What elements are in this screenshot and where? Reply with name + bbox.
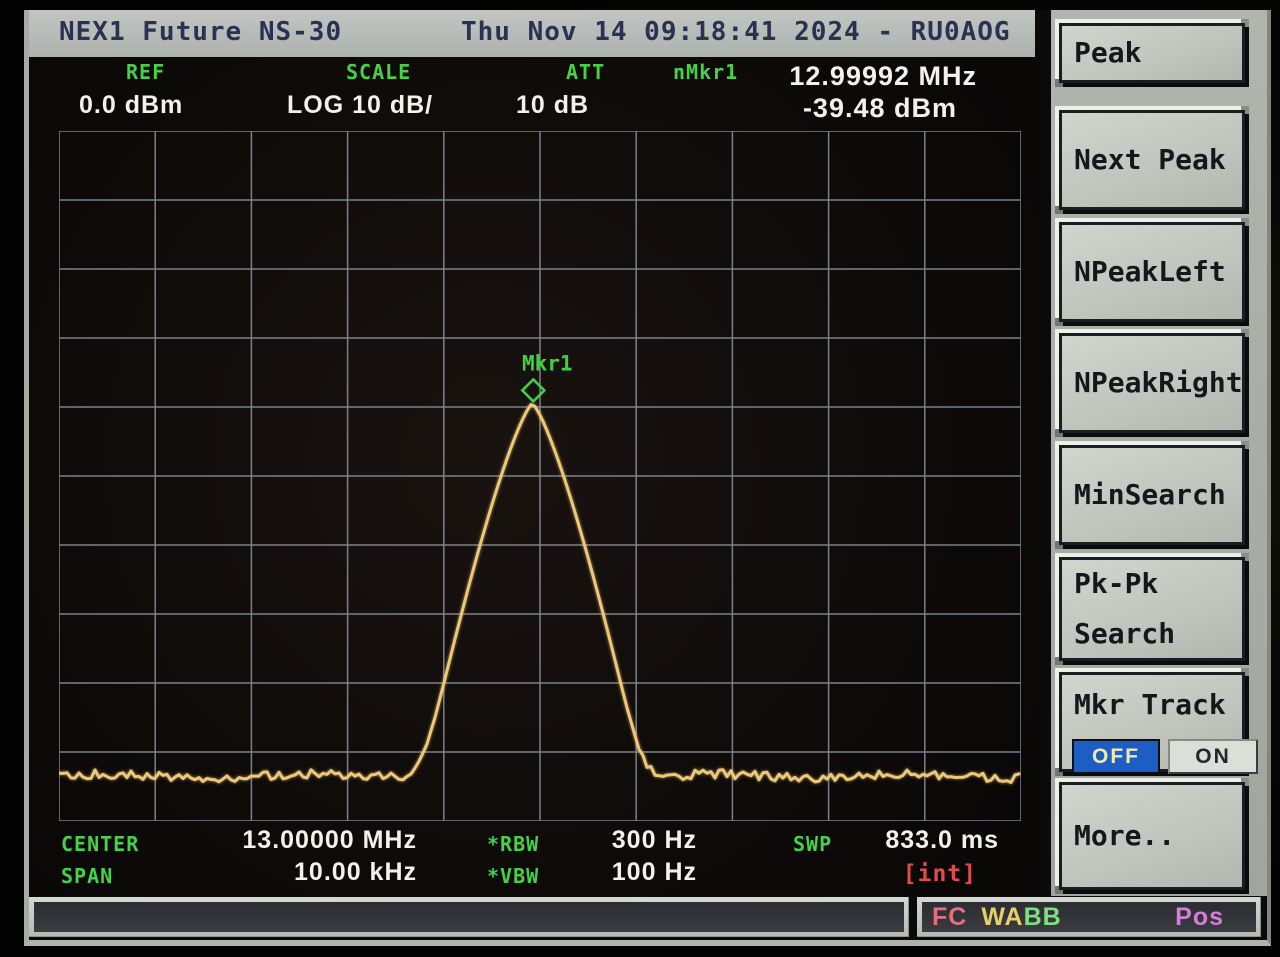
center-freq-value: 13.00000 MHz [242,826,417,854]
status-fc-indicator: FC [932,902,968,931]
scale-label: SCALE [346,60,412,84]
span-value: 10.00 kHz [294,858,417,886]
status-wa-indicator: WA [981,902,1024,931]
softkey-label-line1: Pk-Pk [1074,566,1159,600]
vbw-label: *VBW [487,864,540,888]
span-label: SPAN [61,864,114,888]
softkey-label: NPeakLeft [1074,254,1226,288]
status-bb-indicator: BB [1023,902,1062,931]
spectrum-plot: Mkr1 [59,131,1021,821]
att-value: 10 dB [516,91,590,119]
menu-title-peak: Peak [1059,23,1245,83]
status-bar-left [29,897,909,937]
grid-lines [59,131,1021,821]
softkey-pkpk-search[interactable]: Pk-Pk Search [1059,557,1245,661]
softkey-mkr-track[interactable]: Mkr Track OFF ON [1059,672,1258,775]
center-freq-label: CENTER [61,832,140,856]
softkey-label: NPeakRight [1074,365,1243,399]
rbw-label: *RBW [487,832,540,856]
status-bar-right: FC WA BB Pos [917,897,1261,937]
marker-mkr1: Mkr1 [520,351,573,404]
rbw-value: 300 Hz [611,826,697,854]
mkr-track-off-option[interactable]: OFF [1072,739,1160,775]
softkey-label: More.. [1074,818,1176,852]
marker-level-readout: -39.48 dBm [802,93,957,123]
mkr-track-toggle: OFF ON [1072,739,1258,775]
scale-value: LOG 10 dB/ [287,91,434,119]
datetime-text: Thu Nov 14 09:18:41 2024 - RU0AOG [461,17,1011,47]
spectrum-display: REF 0.0 dBm SCALE LOG 10 dB/ ATT 10 dB n… [29,57,1041,897]
softkey-menu: Peak Next Peak NPeakLeft NPeakRight MinS… [1051,10,1267,896]
vbw-value: 100 Hz [611,858,697,886]
menu-title-label: Peak [1074,35,1142,69]
marker-label: Mkr1 [522,351,573,375]
status-bar-right-inset: FC WA BB Pos [922,902,1256,932]
softkey-label: MinSearch [1074,477,1226,511]
marker-mode-label: nMkr1 [673,60,739,84]
softkey-label: Next Peak [1074,142,1226,176]
title-bar: NEX1 Future NS-30 Thu Nov 14 09:18:41 20… [29,10,1035,57]
att-label: ATT [566,60,606,84]
screen: NEX1 Future NS-30 Thu Nov 14 09:18:41 20… [24,10,1271,946]
sweep-time-value: 833.0 ms [885,826,999,854]
softkey-next-peak[interactable]: Next Peak [1059,110,1245,210]
marker-diamond-icon [520,377,547,404]
ref-label: REF [126,60,166,84]
mkr-track-on-option[interactable]: ON [1168,739,1258,775]
model-name: NEX1 Future NS-30 [59,17,343,47]
trigger-source-badge: [int] [902,861,977,887]
softkey-npeak-right[interactable]: NPeakRight [1059,333,1245,433]
marker-freq-readout: 12.99992 MHz [789,61,977,91]
spectrum-trace [59,403,1021,784]
ref-value: 0.0 dBm [79,91,184,119]
status-bar-left-inset [34,902,904,932]
analyzer-front-panel: { "titlebar": { "model": "NEX1 Future NS… [0,0,1280,957]
softkey-label: Mkr Track [1074,688,1226,721]
softkey-min-search[interactable]: MinSearch [1059,445,1245,545]
softkey-more[interactable]: More.. [1059,782,1245,890]
softkey-label-line2: Search [1074,617,1176,650]
status-pos-indicator: Pos [1175,902,1224,931]
softkey-npeak-left[interactable]: NPeakLeft [1059,222,1245,322]
